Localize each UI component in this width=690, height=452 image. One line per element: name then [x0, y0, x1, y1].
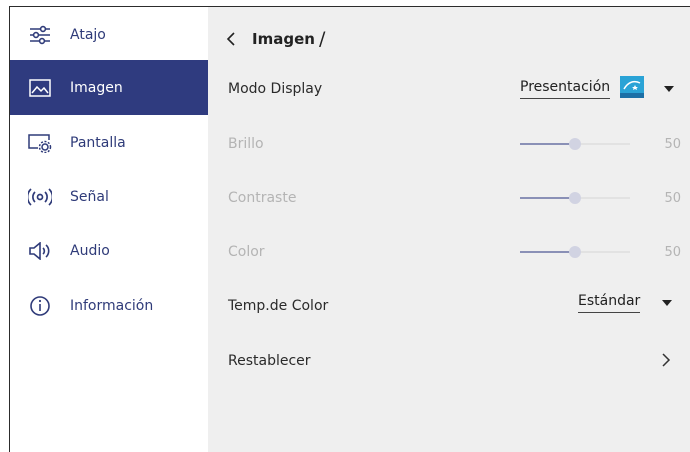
info-icon [26, 295, 54, 317]
brightness-row: Brillo 50 [228, 129, 690, 159]
display-mode-row[interactable]: Modo Display Presentación [228, 74, 690, 104]
color-slider[interactable] [520, 245, 630, 259]
speaker-icon [26, 240, 54, 262]
color-row: Color 50 [228, 237, 690, 267]
sidebar-item-label: Audio [70, 242, 110, 259]
color-label: Color [228, 244, 265, 260]
display-mode-select[interactable]: Presentación [520, 76, 675, 102]
sidebar-item-atajo[interactable]: Atajo [10, 7, 208, 62]
contrast-slider-knob[interactable] [569, 192, 581, 204]
energy-star-icon [620, 76, 645, 102]
contrast-slider[interactable] [520, 191, 630, 205]
sidebar-item-label: Imagen [70, 79, 123, 96]
brightness-slider[interactable] [520, 137, 630, 151]
contrast-value: 50 [664, 190, 681, 206]
sidebar: Atajo Imagen Pantalla Señal Audio Inform… [10, 7, 208, 452]
sidebar-item-label: Información [70, 297, 154, 314]
brightness-slider-knob[interactable] [569, 138, 581, 150]
back-chevron-icon[interactable] [226, 29, 242, 49]
image-icon [26, 77, 54, 99]
signal-icon [26, 186, 54, 208]
sidebar-item-label: Pantalla [70, 134, 126, 151]
sidebar-item-imagen[interactable]: Imagen [10, 60, 208, 115]
page-title: Imagen [252, 30, 315, 48]
brightness-value: 50 [664, 136, 681, 152]
chevron-down-icon[interactable] [664, 86, 675, 92]
reset-row[interactable]: Restablecer [228, 346, 690, 376]
color-temp-value: Estándar [578, 293, 641, 313]
sidebar-item-pantalla[interactable]: Pantalla [10, 115, 208, 170]
sidebar-item-senal[interactable]: Señal [10, 169, 208, 224]
chevron-right-icon[interactable] [662, 352, 671, 371]
reset-label: Restablecer [228, 353, 311, 369]
sidebar-item-audio[interactable]: Audio [10, 223, 208, 278]
display-settings-icon [26, 132, 54, 154]
app-window: Atajo Imagen Pantalla Señal Audio Inform… [9, 6, 690, 452]
main-panel: Imagen / Modo Display Presentación Brill… [208, 7, 690, 452]
display-mode-label: Modo Display [228, 81, 323, 97]
sliders-icon [26, 24, 54, 46]
contrast-label: Contraste [228, 190, 297, 206]
sidebar-item-informacion[interactable]: Información [10, 278, 208, 333]
color-slider-knob[interactable] [569, 246, 581, 258]
chevron-down-icon[interactable] [662, 300, 673, 306]
color-temp-label: Temp.de Color [228, 298, 329, 314]
color-value: 50 [664, 244, 681, 260]
brightness-label: Brillo [228, 136, 264, 152]
sidebar-item-label: Atajo [70, 26, 106, 43]
breadcrumb-separator: / [318, 28, 326, 50]
color-temp-row[interactable]: Temp.de Color Estándar [228, 291, 690, 321]
breadcrumb: Imagen / [226, 27, 325, 51]
display-mode-value: Presentación [520, 79, 611, 99]
sidebar-item-label: Señal [70, 188, 109, 205]
contrast-row: Contraste 50 [228, 183, 690, 213]
color-temp-select[interactable]: Estándar [578, 293, 673, 313]
